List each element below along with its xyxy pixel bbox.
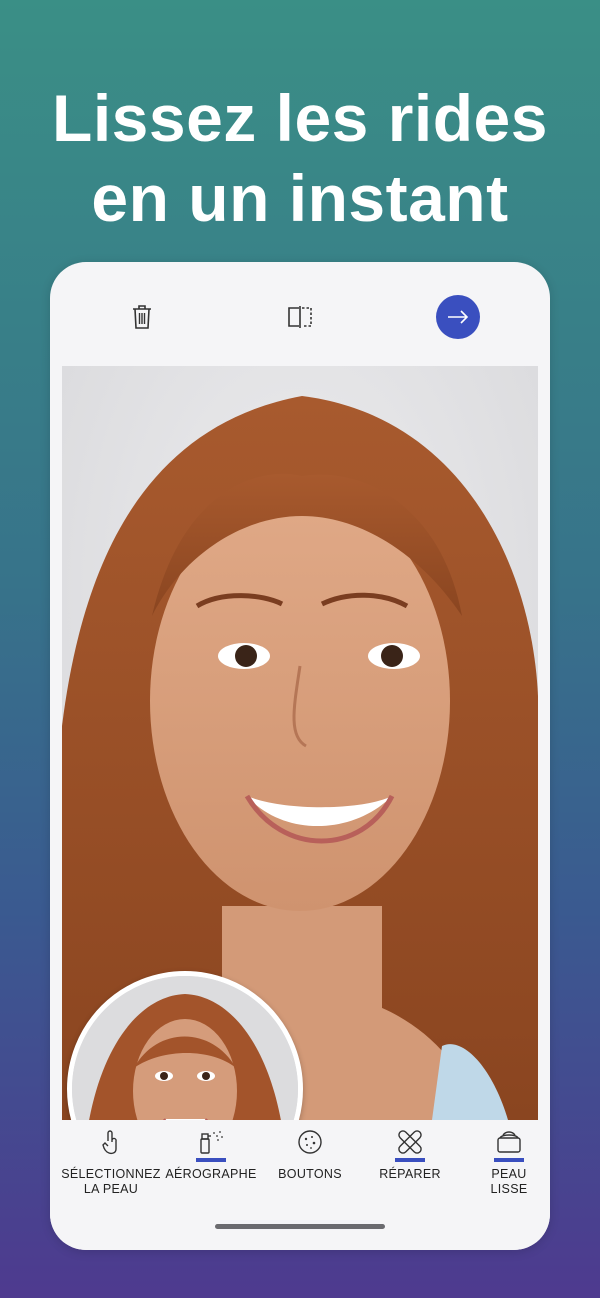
headline: Lissez les rides en un instant bbox=[0, 78, 600, 238]
tool-repair-indicator bbox=[395, 1158, 425, 1162]
tool-airbrush-indicator bbox=[196, 1158, 226, 1162]
top-bar bbox=[50, 262, 550, 366]
tool-select-skin-indicator bbox=[96, 1158, 126, 1162]
airbrush-icon bbox=[200, 1131, 223, 1154]
trash-icon bbox=[133, 305, 151, 329]
tool-select-skin-label: SÉLECTIONNEZ LA PEAU bbox=[61, 1167, 161, 1196]
tool-airbrush[interactable]: AÉROGRAPHE bbox=[161, 1128, 261, 1182]
tool-repair-label: RÉPARER bbox=[379, 1167, 441, 1181]
phone-frame: SÉLECTIONNEZ LA PEAU AÉROGRAPHE BOUTONS … bbox=[50, 262, 550, 1250]
delete-button[interactable] bbox=[120, 295, 164, 339]
bandage-icon bbox=[398, 1130, 422, 1154]
compare-icon bbox=[288, 306, 312, 328]
tool-pimples[interactable]: BOUTONS bbox=[260, 1128, 360, 1182]
compare-button[interactable] bbox=[278, 295, 322, 339]
tool-pimples-indicator bbox=[295, 1158, 325, 1162]
tool-smooth-skin[interactable]: PEAU LISSE bbox=[459, 1128, 550, 1197]
finger-tap-icon bbox=[102, 1130, 117, 1155]
arrow-right-icon bbox=[448, 310, 469, 324]
tool-smooth-skin-indicator bbox=[494, 1158, 524, 1162]
tool-repair[interactable]: RÉPARER bbox=[360, 1128, 460, 1182]
pimple-icon bbox=[298, 1130, 322, 1154]
home-indicator[interactable] bbox=[215, 1224, 385, 1229]
tool-airbrush-label: AÉROGRAPHE bbox=[165, 1167, 257, 1181]
cream-jar-icon bbox=[497, 1131, 521, 1153]
tool-select-skin[interactable]: SÉLECTIONNEZ LA PEAU bbox=[61, 1128, 161, 1197]
next-button[interactable] bbox=[436, 295, 480, 339]
headline-line-1: Lissez les rides bbox=[52, 81, 548, 155]
tool-bar: SÉLECTIONNEZ LA PEAU AÉROGRAPHE BOUTONS … bbox=[50, 1120, 550, 1250]
tool-pimples-label: BOUTONS bbox=[278, 1167, 342, 1181]
tool-smooth-skin-label: PEAU LISSE bbox=[490, 1167, 528, 1196]
headline-line-2: en un instant bbox=[91, 161, 509, 235]
photo-canvas[interactable] bbox=[62, 366, 538, 1120]
